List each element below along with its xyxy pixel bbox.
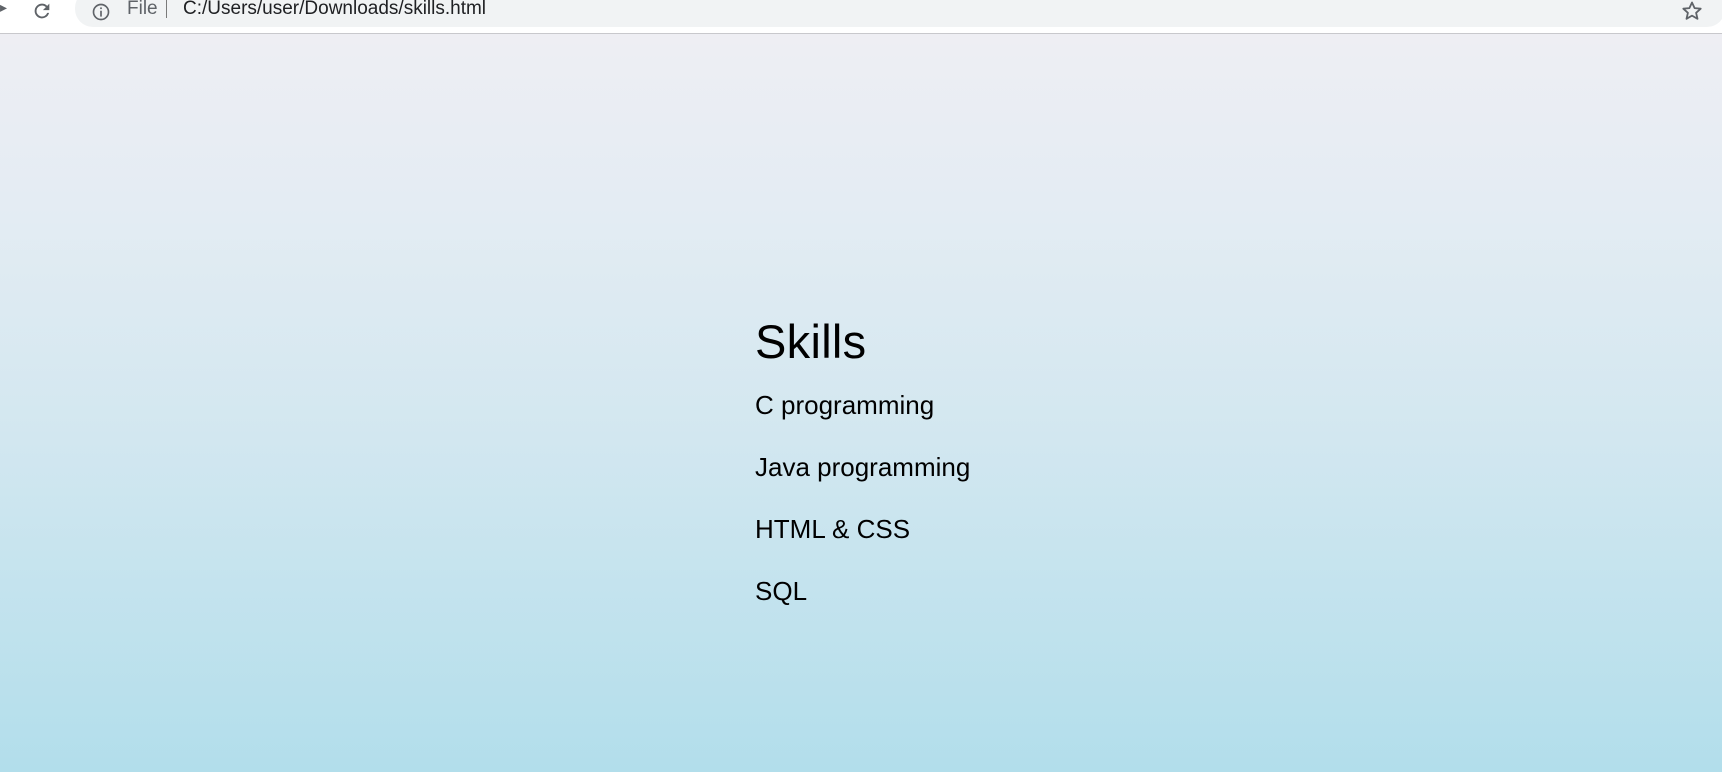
url-text[interactable]: C:/Users/user/Downloads/skills.html <box>183 0 486 20</box>
bookmark-button[interactable] <box>1680 0 1704 22</box>
skills-list: C programming Java programming HTML & CS… <box>755 390 970 606</box>
skill-item: C programming <box>755 390 935 420</box>
url-scheme-label: File <box>127 0 158 19</box>
skill-item: Java programming <box>755 452 971 482</box>
browser-toolbar: ▸ File C:/Users/user/Downloads/skills.ht… <box>0 0 1722 34</box>
page-body: Skills C programming Java programming HT… <box>0 34 1722 772</box>
skills-section: Skills C programming Java programming HT… <box>755 314 970 638</box>
star-icon <box>1682 1 1702 20</box>
skill-item: SQL <box>755 576 808 606</box>
address-bar[interactable]: File C:/Users/user/Downloads/skills.html <box>75 0 1722 27</box>
info-icon[interactable] <box>91 2 111 22</box>
reload-icon <box>34 3 50 19</box>
back-button-edge[interactable]: ▸ <box>0 0 7 14</box>
skill-item: HTML & CSS <box>755 514 911 544</box>
page-title: Skills <box>755 315 867 368</box>
url-separator <box>166 0 167 18</box>
reload-button[interactable] <box>30 0 54 22</box>
